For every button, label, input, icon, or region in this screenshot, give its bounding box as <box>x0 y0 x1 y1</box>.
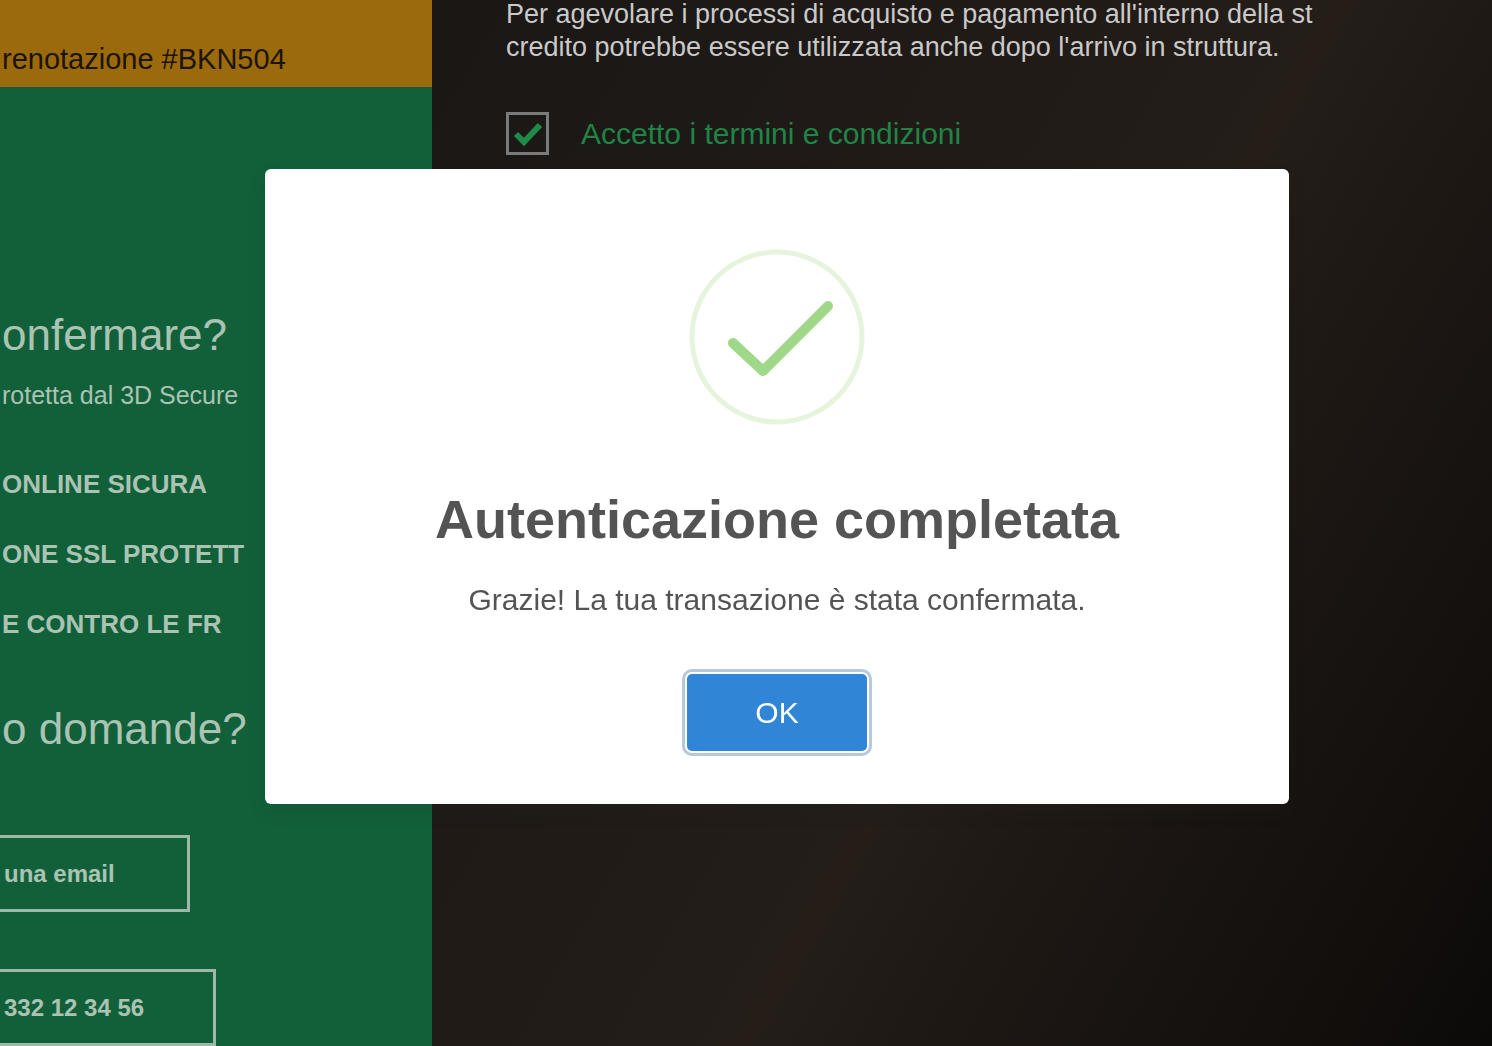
terms-text: Per agevolare i processi di acquisto e p… <box>506 0 1492 33</box>
terms-label[interactable]: Accetto i termini e condizioni <box>581 116 961 152</box>
dialog-title: Autenticazione completata <box>285 486 1269 553</box>
dialog-message: Grazie! La tua transazione è stata confe… <box>285 580 1269 619</box>
terms-checkbox-row[interactable]: Accetto i termini e condizioni <box>506 112 1492 155</box>
auth-dialog: Autenticazione completata Grazie! La tua … <box>265 169 1289 804</box>
check-icon <box>513 121 543 147</box>
dialog-actions: OK <box>285 670 1269 755</box>
terms-text: credito potrebbe essere utilizzata anche… <box>506 29 1492 66</box>
ok-button[interactable]: OK <box>687 674 867 751</box>
success-check-icon <box>689 249 865 425</box>
email-button[interactable]: una email <box>0 835 190 912</box>
booking-title: renotazione #BKN504 <box>0 0 432 87</box>
terms-checkbox[interactable] <box>506 112 549 155</box>
phone-button[interactable]: 332 12 34 56 <box>0 969 216 1046</box>
